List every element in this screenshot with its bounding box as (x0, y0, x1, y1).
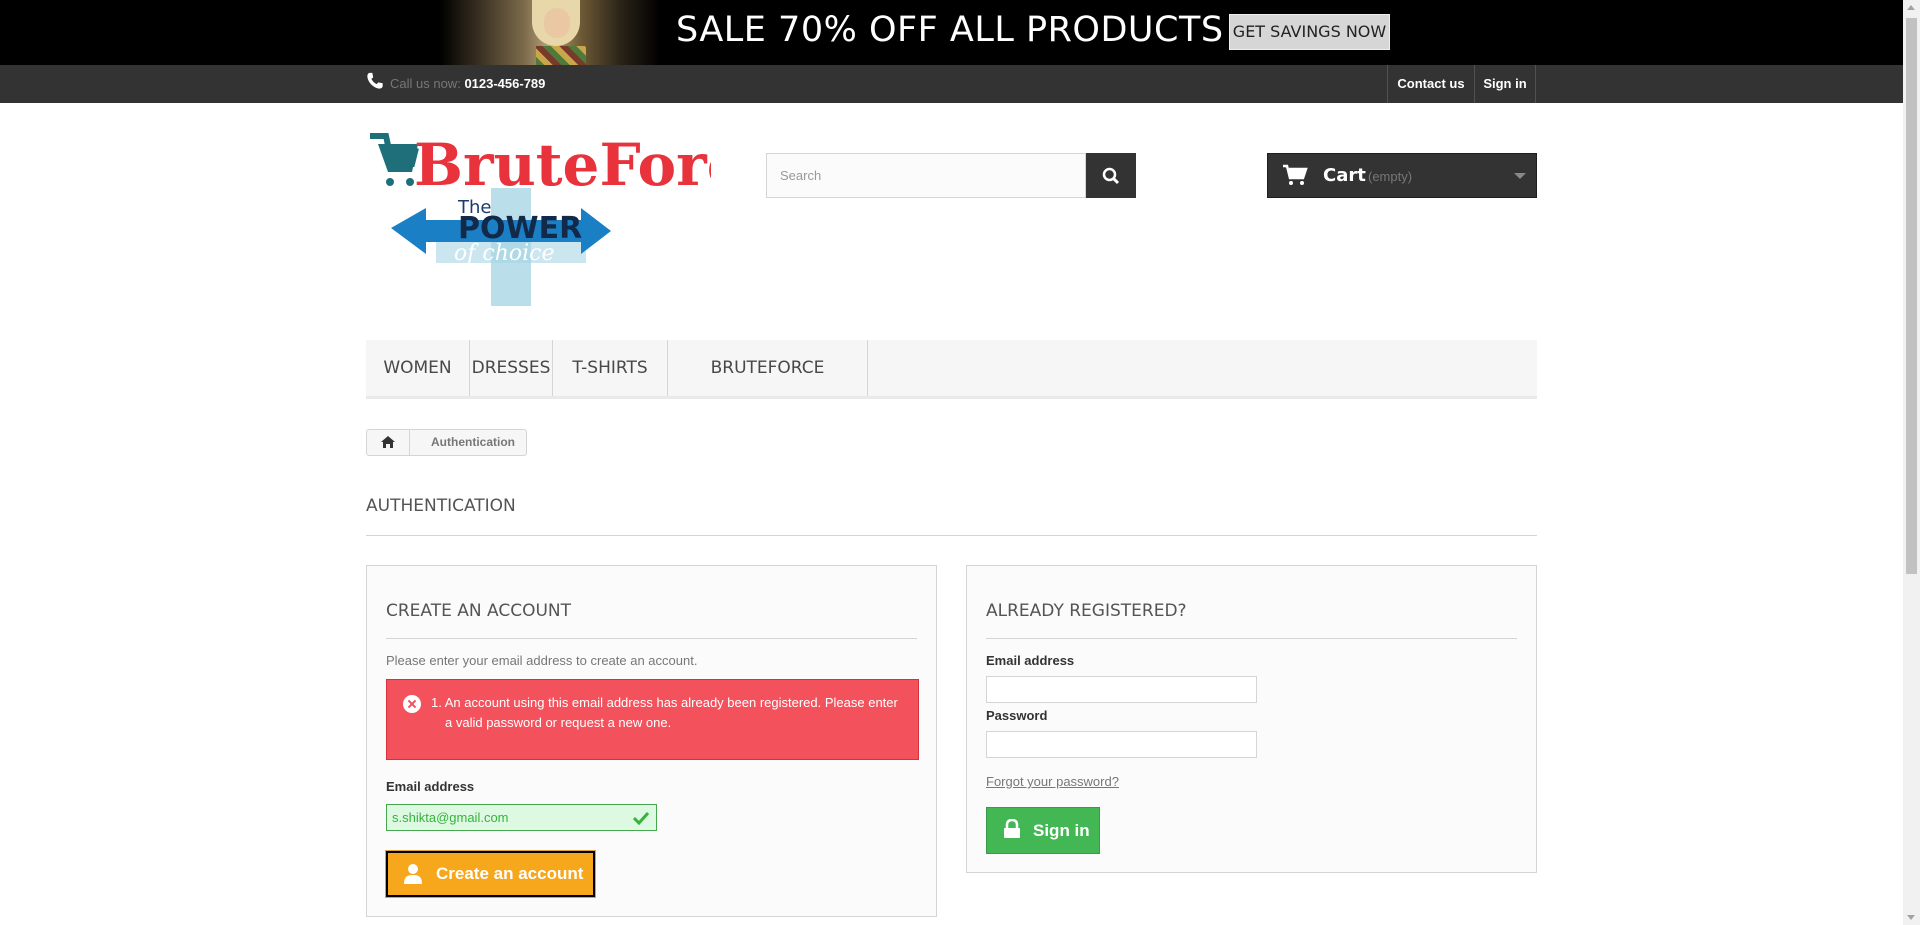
create-account-heading: CREATE AN ACCOUNT (386, 601, 917, 639)
create-email-label: Email address (386, 779, 475, 794)
breadcrumb: Authentication (366, 429, 527, 456)
shopping-cart-icon (1283, 164, 1308, 185)
banner-headline: SALE 70% OFF ALL PRODUCTS (676, 10, 1224, 50)
password-field[interactable] (986, 731, 1257, 758)
menu-item-tshirts[interactable]: T-SHIRTS (553, 340, 668, 396)
menu-item-dresses[interactable]: DRESSES (470, 340, 553, 396)
site-logo[interactable]: BruteForce The POWER of choice (366, 128, 711, 308)
breadcrumb-home[interactable] (367, 430, 410, 455)
menu-item-bruteforce[interactable]: BRUTEFORCE (668, 340, 868, 396)
checkmark-icon (633, 811, 649, 825)
promo-banner[interactable]: SALE 70% OFF ALL PRODUCTS GET SAVINGS NO… (0, 0, 1920, 65)
tagline-choice: of choice (454, 241, 555, 266)
cart-logo-icon (370, 133, 419, 186)
search-input[interactable]: Search (766, 153, 1086, 198)
login-heading: ALREADY REGISTERED? (986, 601, 1517, 639)
search-icon (1102, 167, 1120, 185)
header-signin-link[interactable]: Sign in (1474, 65, 1536, 103)
cart-label: Cart (1323, 165, 1366, 186)
search-button[interactable] (1086, 153, 1136, 198)
login-form: ALREADY REGISTERED? Email address Passwo… (966, 565, 1537, 873)
scroll-up-icon[interactable] (1907, 5, 1915, 10)
page-scrollbar[interactable] (1903, 0, 1920, 925)
error-message-line2: a valid password or request a new one. (445, 715, 672, 730)
banner-model-image (440, 0, 660, 65)
chevron-down-icon[interactable] (1514, 173, 1526, 179)
menu-item-women[interactable]: WOMEN (366, 340, 470, 396)
scroll-down-icon[interactable] (1907, 915, 1915, 920)
create-email-value: s.shikta@gmail.com (392, 810, 509, 825)
forgot-password-link[interactable]: Forgot your password? (986, 774, 1119, 789)
user-icon (404, 864, 422, 884)
call-us-text: Call us now: 0123-456-789 (390, 76, 545, 91)
home-icon (381, 436, 395, 448)
scrollbar-thumb[interactable] (1906, 18, 1917, 574)
create-account-form: CREATE AN ACCOUNT Please enter your emai… (366, 565, 937, 917)
page-title: AUTHENTICATION (366, 496, 1537, 536)
error-message-line1: 1. An account using this email address h… (431, 695, 898, 710)
lock-icon (1004, 819, 1020, 838)
cart-block[interactable]: Cart (empty) (1267, 153, 1537, 198)
error-alert: 1. An account using this email address h… (386, 679, 919, 760)
call-prefix: Call us now: (390, 76, 461, 91)
login-email-label: Email address (986, 653, 1075, 668)
signin-button[interactable]: Sign in (986, 807, 1100, 854)
top-nav-bar: Call us now: 0123-456-789 Contact us Sig… (0, 65, 1920, 103)
signin-label: Sign in (1033, 821, 1090, 840)
login-email-field[interactable] (986, 676, 1257, 703)
create-account-button[interactable]: Create an account (385, 850, 596, 898)
cart-status: (empty) (1368, 169, 1413, 184)
breadcrumb-current: Authentication (431, 435, 515, 449)
create-account-intro: Please enter your email address to creat… (386, 653, 698, 668)
get-savings-button[interactable]: GET SAVINGS NOW (1229, 14, 1390, 50)
password-label: Password (986, 708, 1048, 723)
create-email-field[interactable]: s.shikta@gmail.com (386, 804, 657, 831)
phone-icon (367, 72, 383, 89)
create-account-label: Create an account (436, 864, 584, 883)
contact-us-link[interactable]: Contact us (1387, 65, 1474, 103)
main-menu: WOMEN DRESSES T-SHIRTS BRUTEFORCE (366, 340, 1537, 399)
error-icon (403, 695, 421, 713)
brand-name: BruteForce (414, 131, 711, 199)
phone-number: 0123-456-789 (464, 76, 546, 91)
